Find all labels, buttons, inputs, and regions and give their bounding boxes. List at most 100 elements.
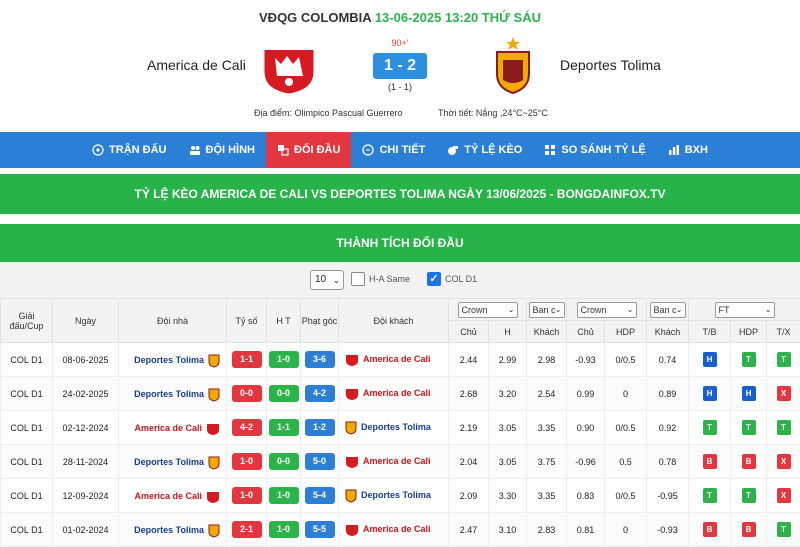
corner-badge: 5-0 bbox=[304, 453, 335, 470]
away-cell: America de Cali bbox=[338, 376, 449, 411]
away-team-label: Deportes Tolima bbox=[361, 489, 431, 500]
home-team[interactable]: Deportes Tolima bbox=[134, 454, 220, 470]
away-team[interactable]: America de Cali bbox=[345, 521, 431, 537]
result-tag: T bbox=[702, 420, 717, 435]
league-name[interactable]: VĐQG COLOMBIA bbox=[259, 10, 371, 25]
tab-0[interactable]: TRẬN ĐẤU bbox=[81, 132, 177, 168]
corner-badge: 1-2 bbox=[304, 419, 335, 436]
odds1-crown-cell: Crown ⌄ bbox=[448, 298, 527, 321]
home-team[interactable]: America de Cali bbox=[134, 420, 220, 436]
home-team[interactable]: Deportes Tolima bbox=[134, 386, 220, 402]
halftime-score: (1 - 1) bbox=[387, 82, 412, 92]
tab-5[interactable]: SO SÁNH TỶ LỆ bbox=[533, 132, 656, 168]
league-cell: COL D1 bbox=[0, 376, 53, 411]
home-cell: America de Cali bbox=[118, 478, 227, 513]
col-chu: Chủ bbox=[448, 320, 489, 343]
tab-label: BXH bbox=[684, 144, 708, 156]
hdp-result-cell: H bbox=[730, 376, 767, 411]
ht-cell: 0-0 bbox=[266, 376, 301, 411]
ft-select[interactable]: FT ⌄ bbox=[714, 301, 775, 318]
tab-3[interactable]: CHI TIẾT bbox=[351, 132, 436, 168]
col-label: COL D1 bbox=[445, 274, 478, 284]
banc-select-value: Ban c bbox=[532, 304, 556, 315]
away-team[interactable]: America de Cali bbox=[345, 351, 431, 367]
h2h-table: Giải đấu/Cup Ngày Đội nhà Tỷ số H T Phạt… bbox=[0, 298, 800, 547]
table-row[interactable]: COL D1 02-12-2024 America de Cali 4-2 1-1 1-2… bbox=[0, 410, 800, 445]
ha-same-checkbox[interactable] bbox=[351, 272, 365, 286]
ah-hdp: 0/0.5 bbox=[604, 342, 647, 377]
home-team-name[interactable]: America de Cali bbox=[147, 57, 246, 73]
tb-cell: B bbox=[688, 444, 731, 479]
match-datetime: 13-06-2025 13:20 THỨ SÁU bbox=[374, 10, 541, 25]
tb-cell: H bbox=[688, 342, 731, 377]
away-team-label: America de Cali bbox=[363, 353, 431, 364]
crown-select-value: Crown bbox=[461, 304, 488, 315]
date-cell: 28-11-2024 bbox=[52, 444, 119, 479]
result-tag: H bbox=[741, 386, 756, 401]
home-team[interactable]: Deportes Tolima bbox=[134, 522, 220, 538]
home-team-label: America de Cali bbox=[134, 490, 202, 501]
chevron-down-icon: ⌄ bbox=[554, 304, 562, 314]
table-row[interactable]: COL D1 12-09-2024 America de Cali 1-0 1-0 5-4… bbox=[0, 478, 800, 513]
ah-chu: 0.99 bbox=[566, 376, 605, 411]
table-row[interactable]: COL D1 08-06-2025 Deportes Tolima 1-1 1-0 3-6… bbox=[0, 342, 800, 377]
away-team[interactable]: America de Cali bbox=[345, 385, 431, 401]
home-team[interactable]: Deportes Tolima bbox=[134, 352, 220, 368]
odds-chu: 2.19 bbox=[448, 410, 489, 445]
result-tag: T bbox=[776, 522, 791, 537]
count-select[interactable]: 10 ⌄ bbox=[310, 270, 344, 290]
chevron-down-icon: ⌄ bbox=[332, 275, 340, 285]
tx-cell: T bbox=[765, 512, 800, 547]
bar-chart-icon bbox=[668, 144, 680, 156]
result-tag: T bbox=[776, 420, 791, 435]
banc-select-2[interactable]: Ban c ⌄ bbox=[649, 301, 686, 318]
col-corner: Phạt góc bbox=[300, 298, 339, 343]
table-row[interactable]: COL D1 28-11-2024 Deportes Tolima 1-0 0-0 5-0… bbox=[0, 444, 800, 479]
score-box: 1 - 2 bbox=[373, 53, 427, 79]
ah-hdp: 0/0.5 bbox=[604, 410, 647, 445]
tab-6[interactable]: BXH bbox=[657, 132, 719, 168]
ah-chu: 0.81 bbox=[566, 512, 605, 547]
away-team[interactable]: Deportes Tolima bbox=[345, 487, 431, 503]
away-team[interactable]: Deportes Tolima bbox=[345, 419, 431, 435]
score-cell: 1-0 bbox=[226, 478, 267, 513]
tb-cell: T bbox=[688, 410, 731, 445]
crown-select-2[interactable]: Crown ⌄ bbox=[576, 301, 637, 318]
tolima-logo-icon bbox=[208, 386, 220, 402]
versus-icon bbox=[277, 144, 289, 156]
tab-2[interactable]: ĐỐI ĐẦU bbox=[266, 132, 352, 168]
home-team[interactable]: America de Cali bbox=[134, 488, 220, 504]
away-team[interactable]: America de Cali bbox=[345, 453, 431, 469]
america-logo-icon[interactable] bbox=[261, 34, 317, 96]
score-cell: 1-1 bbox=[226, 342, 267, 377]
crown-select-1[interactable]: Crown ⌄ bbox=[457, 301, 518, 318]
chevron-down-icon: ⌄ bbox=[764, 304, 772, 314]
tab-1[interactable]: ĐỘI HÌNH bbox=[178, 132, 267, 168]
odds-chu: 2.68 bbox=[448, 376, 489, 411]
corner-cell: 5-5 bbox=[300, 512, 339, 547]
banc-select-1[interactable]: Ban c ⌄ bbox=[528, 301, 565, 318]
ah-khach: -0.93 bbox=[646, 512, 689, 547]
america-logo-icon bbox=[345, 521, 359, 537]
result-tag: T bbox=[702, 488, 717, 503]
odds-banner: TỶ LỆ KÈO AMERICA DE CALI VS DEPORTES TO… bbox=[0, 174, 800, 214]
odds-chu: 2.44 bbox=[448, 342, 489, 377]
date-cell: 01-02-2024 bbox=[52, 512, 119, 547]
ah-chu: 0.83 bbox=[566, 478, 605, 513]
home-cell: America de Cali bbox=[118, 410, 227, 445]
tx-cell: X bbox=[765, 444, 800, 479]
col-home: Đội nhà bbox=[118, 298, 227, 343]
tab-4[interactable]: TỶ LỆ KÈO bbox=[436, 132, 533, 168]
ah-hdp: 0/0.5 bbox=[604, 478, 647, 513]
away-cell: America de Cali bbox=[338, 342, 449, 377]
ht-badge: 0-0 bbox=[268, 453, 299, 470]
table-row[interactable]: COL D1 01-02-2024 Deportes Tolima 2-1 1-0 5-5… bbox=[0, 512, 800, 547]
col-khach: Khách bbox=[526, 320, 567, 343]
col-checkbox[interactable]: ✓ bbox=[427, 272, 441, 286]
tolima-logo-icon bbox=[208, 522, 220, 538]
table-row[interactable]: COL D1 24-02-2025 Deportes Tolima 0-0 0-0 4-2… bbox=[0, 376, 800, 411]
odds-h: 3.05 bbox=[488, 444, 527, 479]
away-team-name[interactable]: Deportes Tolima bbox=[560, 57, 661, 73]
away-cell: America de Cali bbox=[338, 444, 449, 479]
tolima-logo-icon[interactable] bbox=[493, 36, 533, 94]
